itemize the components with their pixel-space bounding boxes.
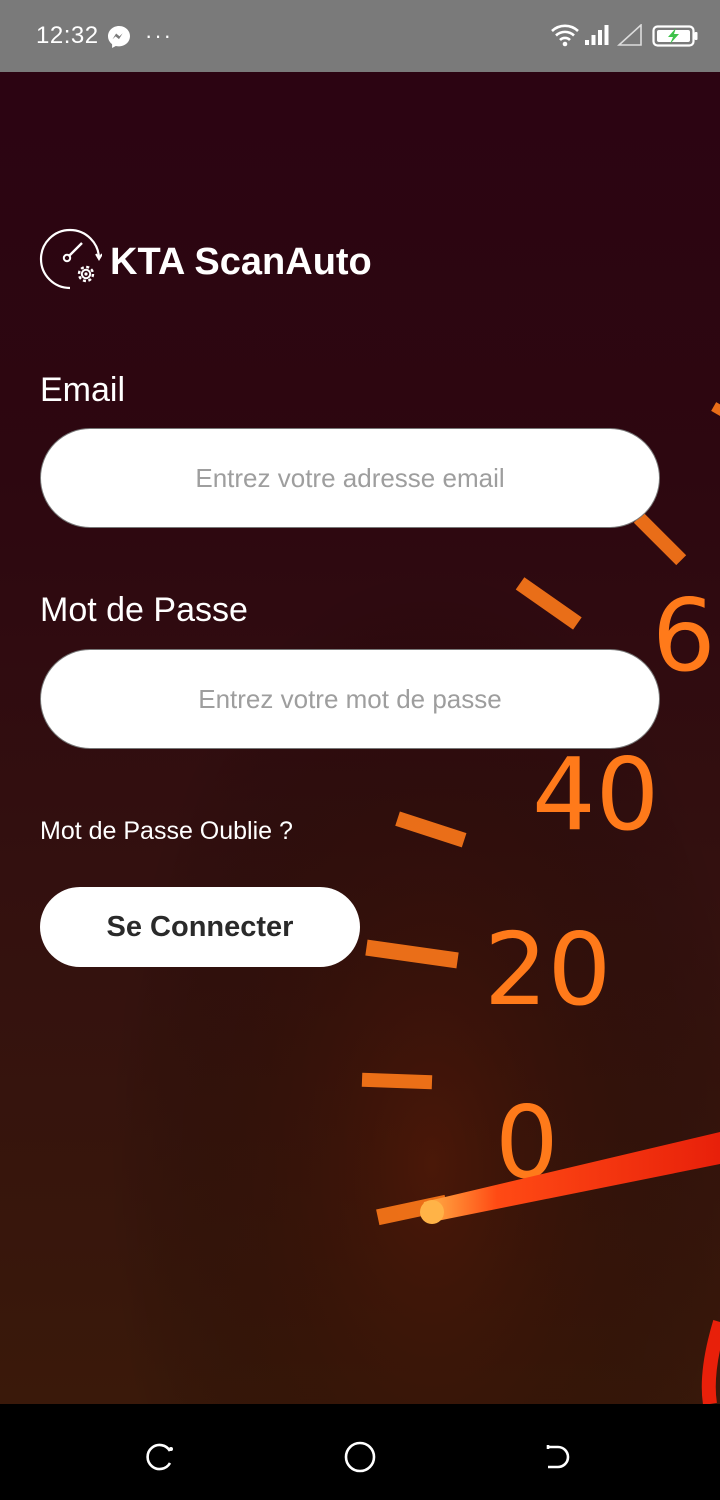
more-dots-icon: ··· xyxy=(145,23,173,48)
password-field[interactable] xyxy=(40,649,660,749)
navigation-bar xyxy=(0,1404,720,1500)
login-screen: 0 20 40 6 KTA ScanAuto Email Mot de Pass… xyxy=(0,72,720,1404)
speedometer-number: 40 xyxy=(532,736,659,853)
signal-icon xyxy=(585,25,609,45)
messenger-icon xyxy=(108,26,130,48)
back-icon[interactable] xyxy=(542,1441,574,1473)
speedometer-number: 6 xyxy=(652,577,716,694)
app-title: KTA ScanAuto xyxy=(110,241,372,283)
battery-charging-icon xyxy=(652,25,698,47)
forgot-password-link[interactable]: Mot de Passe Oublie ? xyxy=(40,816,293,846)
home-icon[interactable] xyxy=(343,1440,377,1474)
email-label: Email xyxy=(40,371,126,409)
recent-apps-icon[interactable] xyxy=(144,1441,176,1473)
signal-empty-icon xyxy=(617,24,642,46)
password-label: Mot de Passe xyxy=(40,591,248,629)
speedometer-gear-icon xyxy=(39,228,102,290)
status-bar: 12:32 ··· xyxy=(0,0,720,72)
email-field[interactable] xyxy=(40,428,660,528)
speedometer-number: 20 xyxy=(484,911,611,1028)
status-time: 12:32 xyxy=(36,22,99,49)
wifi-icon xyxy=(551,24,579,47)
login-button[interactable]: Se Connecter xyxy=(40,887,360,967)
